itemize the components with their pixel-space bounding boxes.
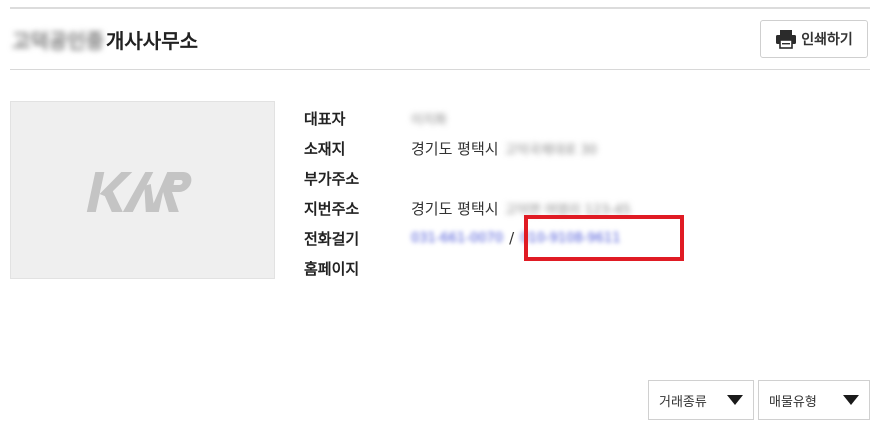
info-label: 전화걸기 bbox=[304, 229, 360, 248]
representative-name-blurred: 이지화 bbox=[411, 112, 447, 128]
deal-type-label: 거래종류 bbox=[659, 394, 707, 410]
office-name-blurred: 고덕공인중 bbox=[12, 28, 104, 53]
office-info-page: 고덕공인중 개사사무소 인쇄하기 대표자 이지화 소재지 경기도 평택시 고덕국… bbox=[0, 0, 878, 429]
address-city: 경기도 평택시 bbox=[411, 139, 499, 158]
address-detail-blurred: 고덕국제대로 30 bbox=[504, 142, 598, 158]
chevron-down-icon bbox=[843, 395, 859, 405]
info-row-representative: 대표자 이지화 bbox=[304, 103, 631, 133]
info-row-extra-address: 부가주소 bbox=[304, 163, 631, 193]
info-label: 부가주소 bbox=[304, 169, 360, 188]
phone-primary-link[interactable]: 031-661-0070 bbox=[411, 231, 503, 246]
office-name-suffix: 개사사무소 bbox=[106, 28, 198, 53]
chevron-down-icon bbox=[727, 395, 743, 405]
property-type-label: 매물유형 bbox=[769, 394, 817, 410]
print-button[interactable]: 인쇄하기 bbox=[760, 20, 868, 58]
header-divider bbox=[10, 69, 870, 70]
info-label: 소재지 bbox=[304, 139, 346, 158]
phone-separator: / bbox=[509, 229, 515, 247]
info-label: 홈페이지 bbox=[304, 259, 360, 278]
mobile-phone-highlight-box bbox=[524, 215, 684, 261]
property-type-dropdown[interactable]: 매물유형 bbox=[758, 380, 870, 420]
info-label: 지번주소 bbox=[304, 199, 360, 218]
info-label: 대표자 bbox=[304, 109, 346, 128]
printer-icon bbox=[775, 29, 797, 49]
info-value: 경기도 평택시 고덕국제대로 30 bbox=[411, 138, 597, 159]
info-row-address: 소재지 경기도 평택시 고덕국제대로 30 bbox=[304, 133, 631, 163]
print-label: 인쇄하기 bbox=[801, 32, 853, 48]
top-divider bbox=[10, 7, 870, 9]
kar-logo-icon bbox=[86, 172, 192, 212]
info-value: 이지화 bbox=[411, 109, 447, 128]
deal-type-dropdown[interactable]: 거래종류 bbox=[648, 380, 754, 420]
page-title: 고덕공인중 개사사무소 bbox=[12, 24, 198, 54]
office-photo-placeholder bbox=[10, 101, 275, 279]
lot-address-city: 경기도 평택시 bbox=[411, 199, 499, 218]
